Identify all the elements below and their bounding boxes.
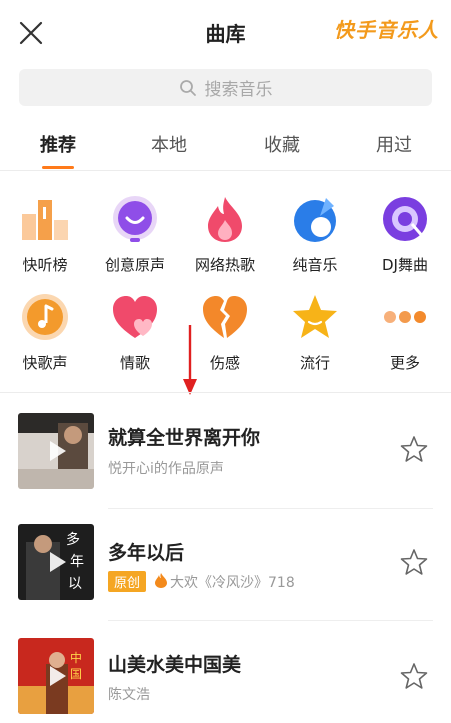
search-bar[interactable]: 搜索音乐 xyxy=(19,69,432,106)
header: 曲库 快手音乐人 xyxy=(0,0,451,62)
song-subtitle: 悦开心i的作品原声 xyxy=(108,461,224,477)
divider xyxy=(0,170,451,171)
svg-text:中: 中 xyxy=(70,650,82,665)
broken-heart-icon xyxy=(200,292,250,342)
smile-icon xyxy=(110,194,160,244)
tab-bar: 推荐 本地 收藏 用过 xyxy=(0,123,451,169)
tab-recommend[interactable]: 推荐 xyxy=(13,131,103,157)
water-drop-icon xyxy=(290,194,340,244)
svg-text:年: 年 xyxy=(70,554,84,570)
category-wangluoregue[interactable]: 网络热歌 xyxy=(180,194,270,274)
song-item[interactable]: 中 国 山美水美中国美 陈文浩 xyxy=(0,622,451,723)
active-tab-indicator xyxy=(42,166,74,169)
song-cover: 多 年 以 xyxy=(18,524,94,600)
category-more[interactable]: 更多 xyxy=(360,292,450,372)
svg-text:多: 多 xyxy=(66,531,80,548)
original-badge: 原创 xyxy=(108,571,147,592)
song-cover xyxy=(18,413,94,489)
annotation-arrow-icon xyxy=(180,325,200,397)
category-liuxing[interactable]: 流行 xyxy=(270,292,360,372)
vinyl-icon xyxy=(380,194,430,244)
category-kuaigesheng[interactable]: 快歌声 xyxy=(0,292,90,372)
search-input[interactable]: 搜索音乐 xyxy=(205,75,273,100)
song-title: 就算全世界离开你 xyxy=(108,427,261,449)
play-icon xyxy=(42,437,70,465)
more-dots-icon xyxy=(380,292,430,342)
heart-icon xyxy=(110,292,160,342)
song-title: 山美水美中国美 xyxy=(108,654,242,676)
song-title: 多年以后 xyxy=(108,542,185,564)
flame-icon xyxy=(200,194,250,244)
search-icon xyxy=(179,79,197,97)
star-icon xyxy=(290,292,340,342)
category-dj[interactable]: DJ舞曲 xyxy=(360,194,450,274)
svg-text:以: 以 xyxy=(68,576,82,592)
podium-icon xyxy=(20,194,70,244)
song-subtitle: 原创 大欢《冷风沙》718 xyxy=(108,571,295,592)
category-chunyinyue[interactable]: 纯音乐 xyxy=(270,194,360,274)
play-icon xyxy=(42,548,70,576)
favorite-star-icon[interactable] xyxy=(400,662,428,690)
category-chuangyi[interactable]: 创意原声 xyxy=(90,194,180,274)
favorite-star-icon[interactable] xyxy=(400,548,428,576)
divider xyxy=(108,620,433,621)
fire-icon xyxy=(154,572,168,592)
brand-logo: 快手音乐人 xyxy=(334,18,439,42)
song-item[interactable]: 多 年 以 多年以后 原创 大欢《冷风沙》718 xyxy=(0,510,451,622)
svg-text:国: 国 xyxy=(70,667,82,681)
tab-local[interactable]: 本地 xyxy=(124,131,214,157)
song-item[interactable]: 就算全世界离开你 悦开心i的作品原声 xyxy=(0,397,451,509)
divider xyxy=(0,392,451,393)
divider xyxy=(108,508,433,509)
song-cover: 中 国 xyxy=(18,638,94,714)
music-note-icon xyxy=(20,292,70,342)
category-qingge[interactable]: 情歌 xyxy=(90,292,180,372)
play-icon xyxy=(42,662,70,690)
song-subtitle: 陈文浩 xyxy=(108,687,150,703)
tab-favorites[interactable]: 收藏 xyxy=(237,131,327,157)
tab-used[interactable]: 用过 xyxy=(349,131,439,157)
category-kuaitingbang[interactable]: 快听榜 xyxy=(0,194,90,274)
favorite-star-icon[interactable] xyxy=(400,435,428,463)
